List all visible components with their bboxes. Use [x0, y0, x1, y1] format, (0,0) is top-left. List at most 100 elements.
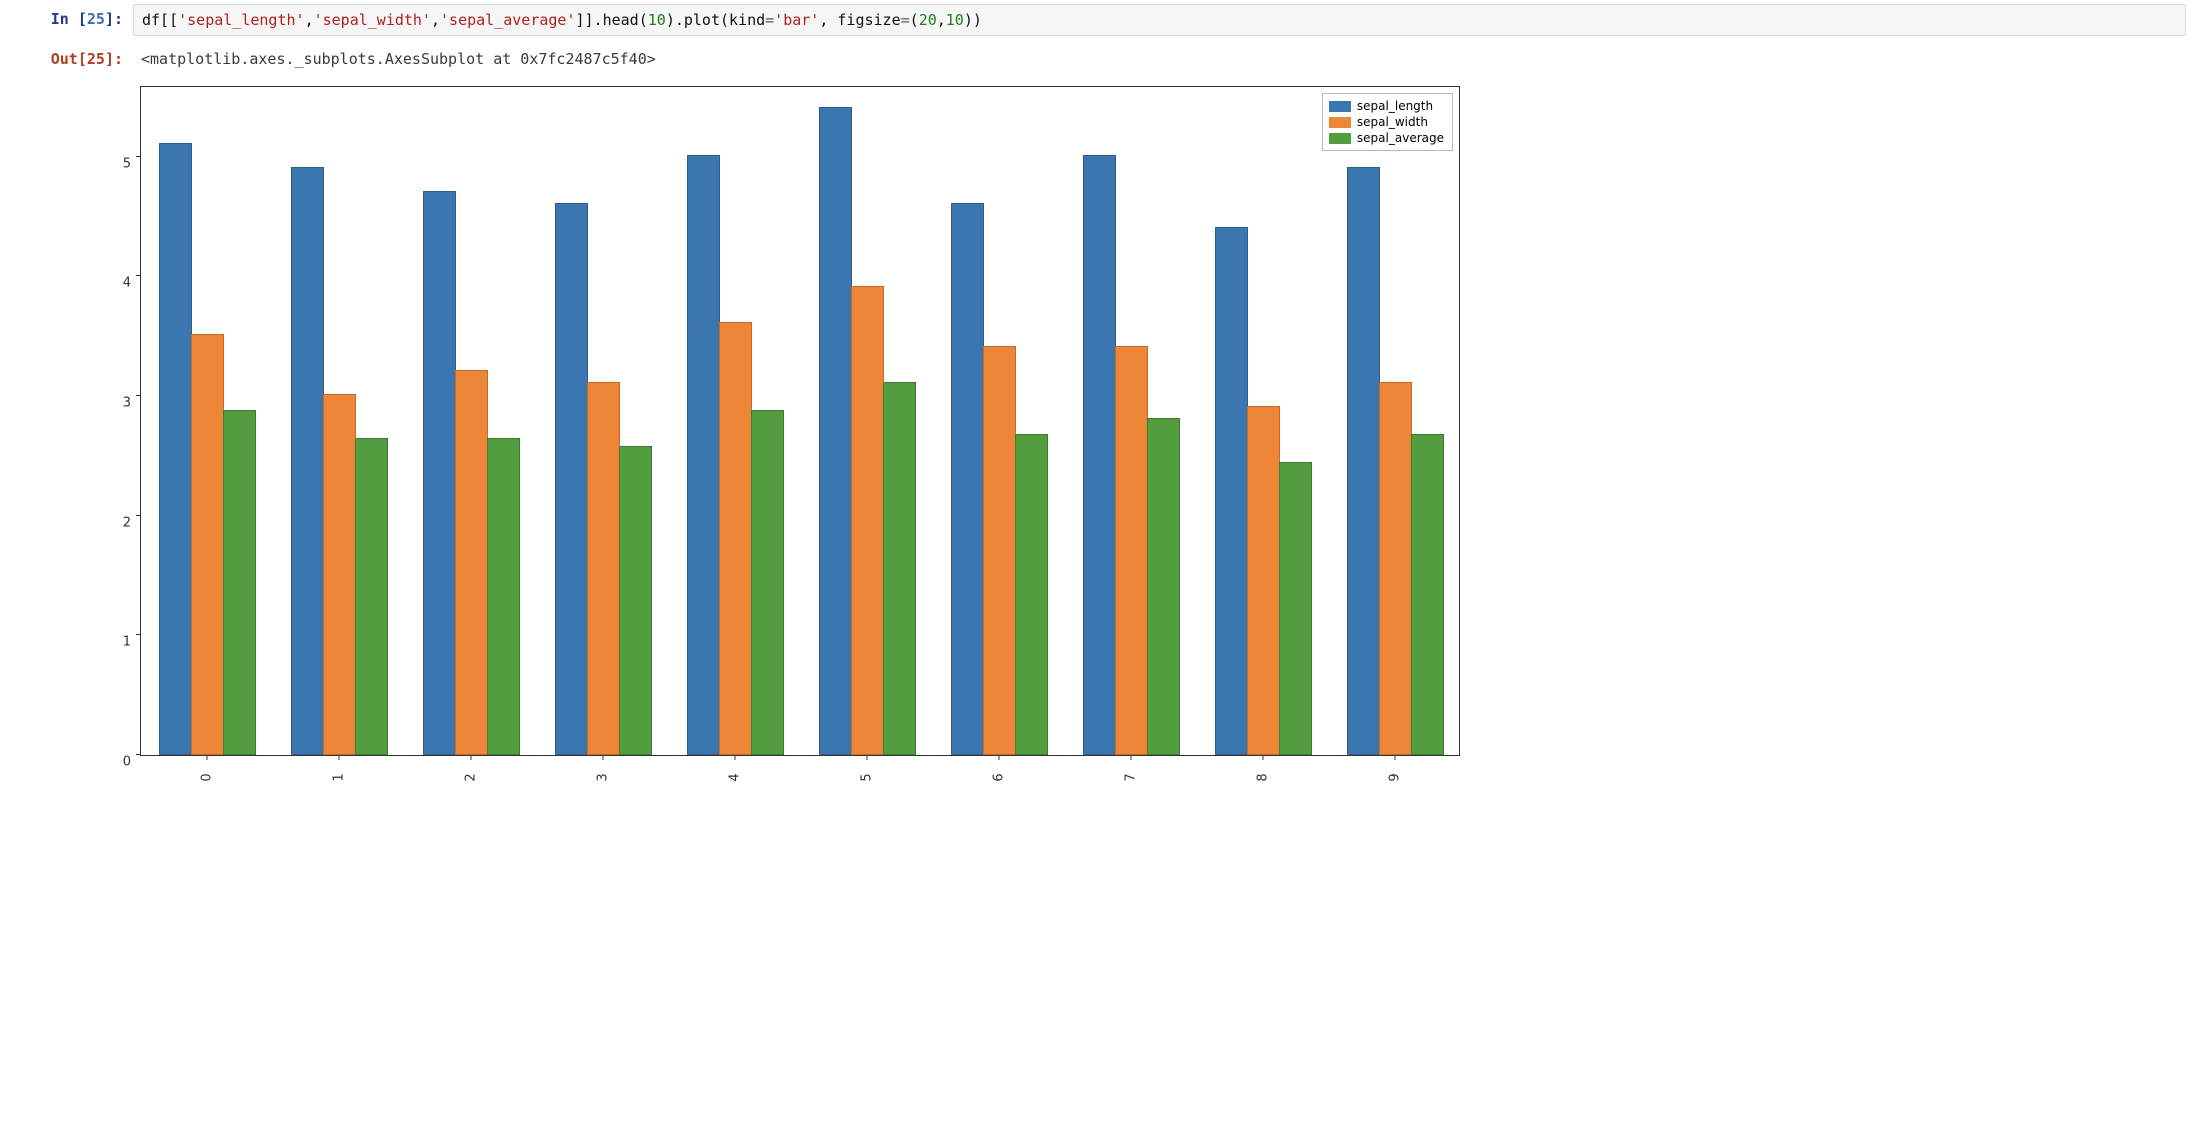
in-prompt-number: 25: [87, 10, 105, 28]
bar: [687, 155, 720, 755]
x-tick-label: 1: [332, 773, 347, 781]
bar: [191, 334, 224, 755]
code-token: 20: [919, 11, 937, 29]
bar: [423, 191, 456, 755]
bar: [751, 410, 784, 755]
x-tick-mark: [1131, 755, 1132, 760]
chart-output: 0123450123456789 sepal_length sepal_widt…: [0, 78, 2194, 776]
bar: [883, 382, 916, 755]
code-token: ).plot(kind: [666, 11, 765, 29]
bar: [1115, 346, 1148, 755]
x-tick-mark: [471, 755, 472, 760]
code-token: ,: [431, 11, 440, 29]
code-token: 'sepal_average': [440, 11, 575, 29]
code-token: 'sepal_length': [178, 11, 304, 29]
bar: [1279, 462, 1312, 755]
x-tick-label: 6: [992, 773, 1007, 781]
code-token: ,: [937, 11, 946, 29]
code-token: 'bar': [774, 11, 819, 29]
code-token: )): [964, 11, 982, 29]
in-prompt: In [25]:: [8, 4, 133, 34]
legend-swatch-icon: [1329, 117, 1351, 128]
legend-item: sepal_average: [1329, 130, 1444, 146]
legend-swatch-icon: [1329, 101, 1351, 112]
y-tick-label: 1: [103, 635, 131, 650]
code-input[interactable]: df[['sepal_length','sepal_width','sepal_…: [133, 4, 2186, 36]
bar: [619, 446, 652, 755]
bar: [223, 410, 256, 755]
x-tick-mark: [1263, 755, 1264, 760]
x-tick-label: 4: [728, 773, 743, 781]
out-prompt-suffix: ]:: [105, 50, 123, 68]
y-tick-mark: [136, 395, 141, 396]
bar: [1247, 406, 1280, 755]
bar: [983, 346, 1016, 755]
plot-area: 0123450123456789: [141, 87, 1459, 755]
bar: [323, 394, 356, 755]
x-tick-label: 0: [200, 773, 215, 781]
bar: [1015, 434, 1048, 755]
y-tick-label: 2: [103, 515, 131, 530]
code-token: 10: [946, 11, 964, 29]
bar: [1379, 382, 1412, 755]
code-token: df[[: [142, 11, 178, 29]
x-tick-label: 7: [1124, 773, 1139, 781]
bar: [487, 438, 520, 755]
bar: [851, 286, 884, 755]
bar: [355, 438, 388, 755]
bar: [1215, 227, 1248, 755]
x-tick-label: 2: [464, 773, 479, 781]
output-repr: <matplotlib.axes._subplots.AxesSubplot a…: [133, 44, 2186, 74]
in-prompt-prefix: In [: [51, 10, 87, 28]
x-tick-mark: [999, 755, 1000, 760]
bar: [455, 370, 488, 755]
code-token: =: [765, 11, 774, 29]
bar: [1347, 167, 1380, 755]
bar: [159, 143, 192, 755]
y-tick-mark: [136, 156, 141, 157]
x-tick-mark: [339, 755, 340, 760]
y-tick-label: 3: [103, 396, 131, 411]
y-tick-mark: [136, 515, 141, 516]
x-tick-label: 9: [1388, 773, 1403, 781]
y-tick-mark: [136, 754, 141, 755]
out-prompt-number: 25: [87, 50, 105, 68]
x-tick-label: 5: [860, 773, 875, 781]
output-cell: Out[25]: <matplotlib.axes._subplots.Axes…: [0, 40, 2194, 78]
x-tick-mark: [207, 755, 208, 760]
bar: [1083, 155, 1116, 755]
out-prompt-prefix: Out[: [51, 50, 87, 68]
legend-swatch-icon: [1329, 133, 1351, 144]
code-token: 'sepal_width': [314, 11, 431, 29]
y-tick-mark: [136, 275, 141, 276]
x-tick-label: 8: [1256, 773, 1271, 781]
legend-item: sepal_width: [1329, 114, 1444, 130]
x-tick-mark: [867, 755, 868, 760]
code-token: (: [910, 11, 919, 29]
bar: [1411, 434, 1444, 755]
x-tick-mark: [735, 755, 736, 760]
x-tick-label: 3: [596, 773, 611, 781]
y-tick-label: 4: [103, 276, 131, 291]
out-prompt: Out[25]:: [8, 44, 133, 74]
y-tick-label: 5: [103, 156, 131, 171]
bar: [587, 382, 620, 755]
code-token: ,: [305, 11, 314, 29]
input-cell: In [25]: df[['sepal_length','sepal_width…: [0, 0, 2194, 40]
x-tick-mark: [1395, 755, 1396, 760]
legend: sepal_length sepal_width sepal_average: [1322, 93, 1453, 151]
y-tick-mark: [136, 634, 141, 635]
bar: [819, 107, 852, 755]
y-tick-label: 0: [103, 755, 131, 770]
bar: [719, 322, 752, 755]
code-token: ]].head(: [576, 11, 648, 29]
in-prompt-suffix: ]:: [105, 10, 123, 28]
bar: [951, 203, 984, 755]
code-token: , figsize: [819, 11, 900, 29]
x-tick-mark: [603, 755, 604, 760]
bar: [1147, 418, 1180, 755]
legend-label: sepal_average: [1357, 131, 1444, 145]
bar: [291, 167, 324, 755]
bar-chart: 0123450123456789 sepal_length sepal_widt…: [140, 86, 1460, 756]
code-token: 10: [648, 11, 666, 29]
